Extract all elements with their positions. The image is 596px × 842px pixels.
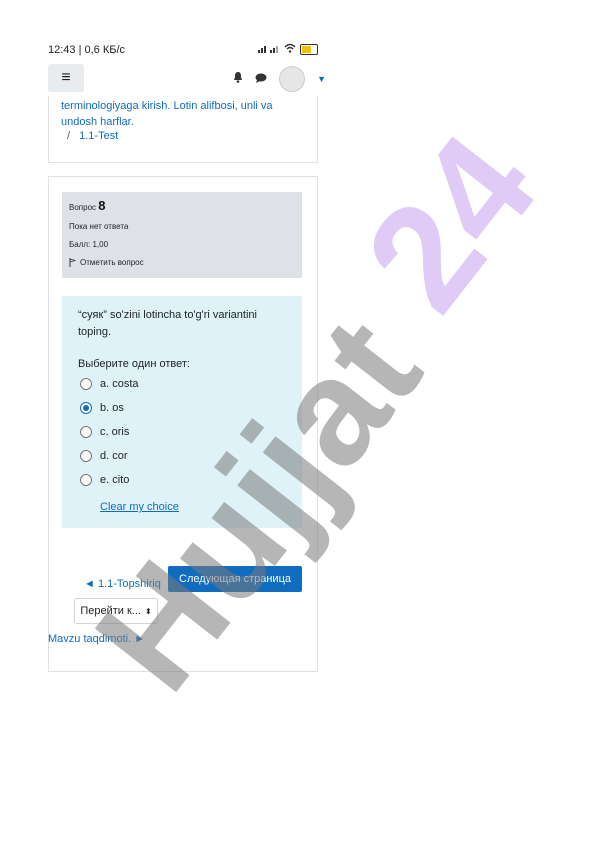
answer-option-label: b. os	[100, 402, 124, 414]
radio-a[interactable]	[80, 378, 92, 390]
flag-icon	[69, 258, 77, 269]
section-link[interactable]: terminologiyaga kirish. Lotin alifbosi, …	[61, 98, 301, 130]
question-info: Вопрос 8 Пока нет ответа Балл: 1,00 Отме…	[62, 192, 302, 278]
jump-to-label: Перейти к...	[80, 605, 141, 617]
answer-prompt: Выберите один ответ:	[78, 358, 190, 370]
section-card: terminologiyaga kirish. Lotin alifbosi, …	[48, 96, 318, 163]
navbar: ≡ ▼	[48, 64, 326, 94]
flag-question-label: Отметить вопрос	[80, 258, 144, 267]
bell-icon[interactable]	[233, 70, 243, 88]
answer-option-label: c. oris	[100, 426, 130, 438]
radio-c[interactable]	[80, 426, 92, 438]
jump-to-select[interactable]: Перейти к... ⬍	[74, 598, 158, 624]
answer-option-label: d. cor	[100, 450, 128, 462]
radio-e[interactable]	[80, 474, 92, 486]
watermark-number: 24	[333, 105, 568, 340]
question-state: Пока нет ответа	[69, 222, 129, 231]
question-label: Вопрос	[69, 203, 97, 212]
answer-option-label: a. costa	[100, 378, 139, 390]
question-number: Вопрос 8	[69, 198, 105, 213]
caret-down-icon[interactable]: ▼	[317, 74, 326, 84]
answer-option-label: e. cito	[100, 474, 130, 486]
next-page-button[interactable]: Следующая страница	[168, 566, 302, 592]
radio-d[interactable]	[80, 450, 92, 462]
select-arrows-icon: ⬍	[144, 606, 152, 616]
question-grade: Балл: 1,00	[69, 240, 109, 249]
answer-option-d[interactable]: d. cor	[80, 450, 128, 462]
wifi-icon	[284, 43, 296, 56]
status-time: 12:43 | 0,6 КБ/с	[48, 44, 126, 56]
flag-question-link[interactable]: Отметить вопрос	[69, 258, 144, 269]
battery-icon	[300, 44, 318, 55]
breadcrumb-test-link[interactable]: 1.1-Test	[79, 130, 118, 142]
question-body: “суяк” so'zini lotincha to'g'ri varianti…	[62, 296, 302, 528]
question-number-value: 8	[98, 198, 106, 213]
next-activity-link[interactable]: Mavzu taqdimoti. ►	[48, 633, 145, 645]
answer-option-e[interactable]: e. cito	[80, 474, 129, 486]
clear-choice-link[interactable]: Clear my choice	[100, 501, 179, 513]
breadcrumb: / 1.1-Test	[67, 130, 118, 142]
avatar[interactable]	[279, 66, 306, 92]
signal-icon	[258, 43, 280, 56]
menu-button[interactable]: ≡	[48, 64, 84, 92]
answer-option-c[interactable]: c. oris	[80, 426, 129, 438]
status-bar: 12:43 | 0,6 КБ/с	[48, 40, 318, 60]
answer-option-b[interactable]: b. os	[80, 402, 124, 414]
hamburger-icon: ≡	[61, 69, 71, 86]
breadcrumb-separator: /	[67, 130, 71, 142]
status-icons	[258, 43, 318, 56]
radio-b[interactable]	[80, 402, 92, 414]
answer-option-a[interactable]: a. costa	[80, 378, 139, 390]
question-text: “суяк” so'zini lotincha to'g'ri varianti…	[78, 309, 257, 338]
prev-activity-link[interactable]: ◄ 1.1-Topshiriq	[84, 578, 161, 590]
chat-icon[interactable]	[255, 70, 267, 88]
